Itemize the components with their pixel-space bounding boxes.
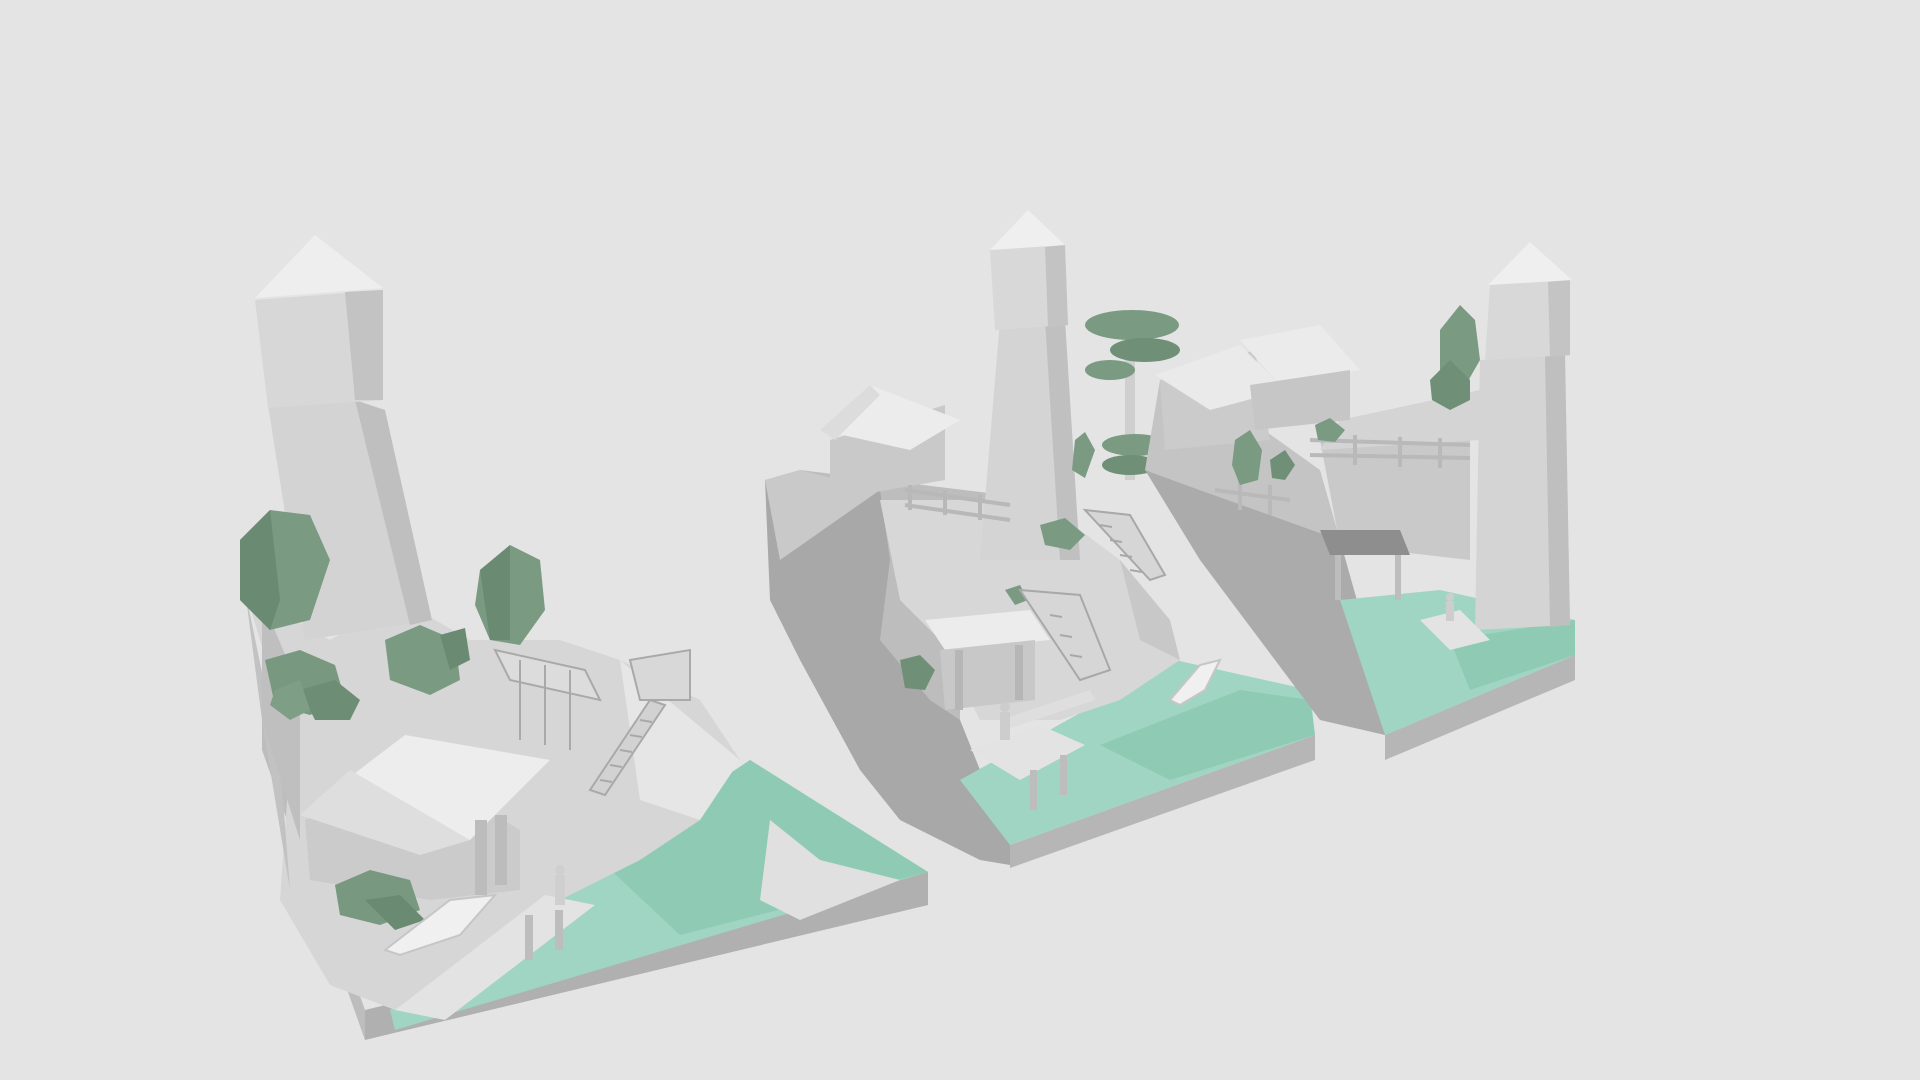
figure-icon	[555, 865, 565, 905]
viewer-canvas[interactable]	[0, 0, 1920, 1080]
right-shelter-roof	[1320, 530, 1410, 555]
diorama-scene	[240, 210, 1575, 1040]
middle-lighthouse-roof	[990, 210, 1065, 250]
tree-icon	[1085, 310, 1179, 340]
left-lighthouse-roof	[255, 235, 383, 298]
figure-icon	[1446, 593, 1454, 621]
figure-icon	[1000, 702, 1010, 740]
right-lighthouse-roof	[1488, 242, 1572, 285]
bush-icon	[1072, 432, 1095, 478]
